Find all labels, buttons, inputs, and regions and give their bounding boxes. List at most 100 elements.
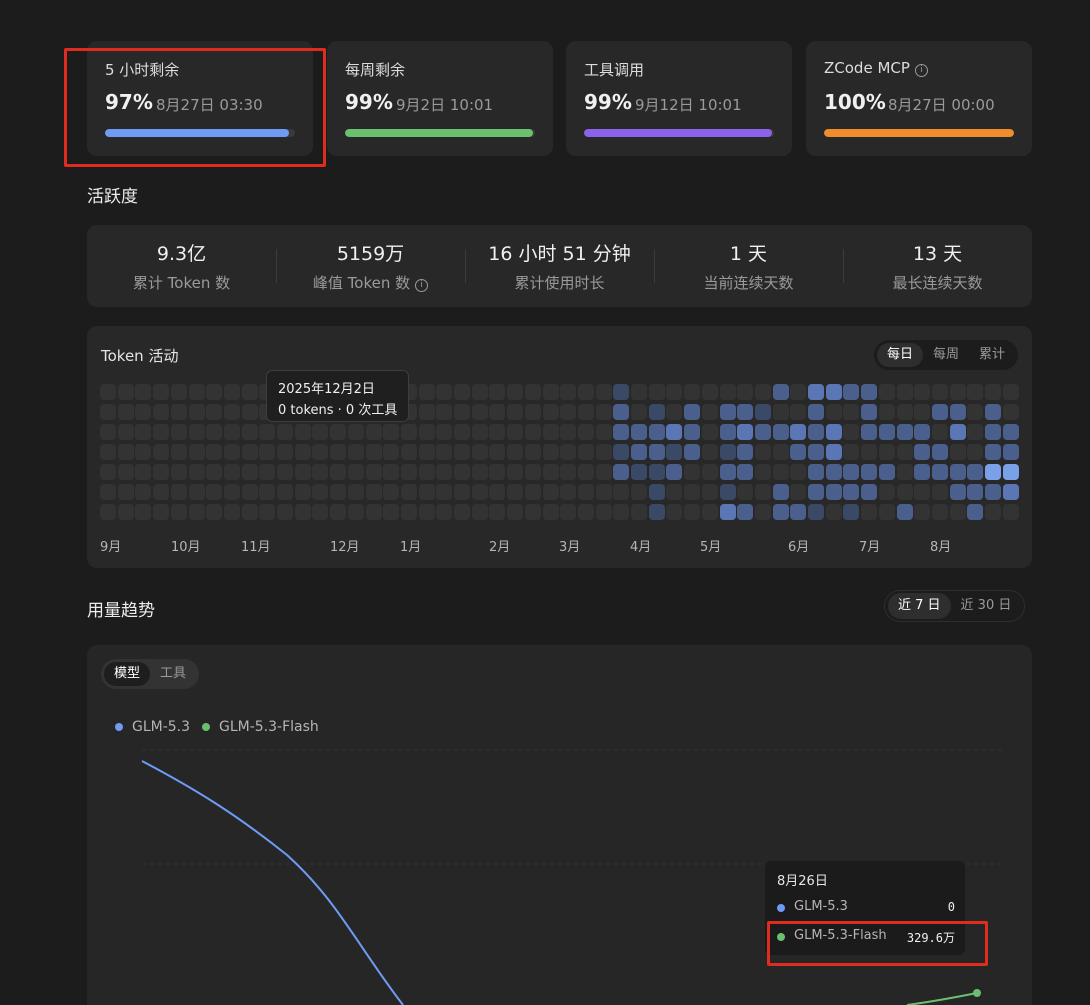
- heatmap-cell[interactable]: [383, 424, 400, 440]
- heatmap-cell[interactable]: [117, 424, 134, 440]
- heatmap-cell[interactable]: [312, 444, 329, 460]
- heatmap-cell[interactable]: [365, 444, 382, 460]
- data-point[interactable]: [973, 989, 981, 997]
- heatmap-cell[interactable]: [560, 384, 577, 400]
- heatmap-cell[interactable]: [312, 424, 329, 440]
- heatmap-cell[interactable]: [931, 484, 948, 500]
- heatmap-cell[interactable]: [737, 384, 754, 400]
- heatmap-cell[interactable]: [507, 444, 524, 460]
- heatmap-cell[interactable]: [170, 404, 187, 420]
- heatmap-cell[interactable]: [206, 384, 223, 400]
- heatmap-cell[interactable]: [188, 384, 205, 400]
- heatmap-cell[interactable]: [949, 384, 966, 400]
- heatmap-cell[interactable]: [931, 464, 948, 480]
- heatmap-cell[interactable]: [507, 464, 524, 480]
- heatmap-cell[interactable]: [454, 484, 470, 500]
- heatmap-cell[interactable]: [595, 404, 612, 420]
- heatmap-cell[interactable]: [631, 384, 647, 400]
- heatmap-cell[interactable]: [100, 464, 116, 480]
- heatmap-cell[interactable]: [277, 484, 293, 500]
- heatmap-cell[interactable]: [648, 404, 665, 420]
- heatmap-cell[interactable]: [153, 504, 170, 520]
- heatmap-cell[interactable]: [418, 504, 435, 520]
- heatmap-cell[interactable]: [701, 444, 718, 460]
- heatmap-cell[interactable]: [648, 464, 665, 480]
- heatmap-cell[interactable]: [542, 504, 559, 520]
- heatmap-cell[interactable]: [312, 504, 329, 520]
- heatmap-cell[interactable]: [560, 464, 577, 480]
- heatmap-cell[interactable]: [595, 464, 612, 480]
- heatmap-cell[interactable]: [985, 384, 1001, 400]
- heatmap-cell[interactable]: [967, 504, 984, 520]
- heatmap-cell[interactable]: [719, 464, 736, 480]
- heatmap-cell[interactable]: [418, 404, 435, 420]
- heatmap-cell[interactable]: [153, 444, 170, 460]
- heatmap-cell[interactable]: [135, 484, 152, 500]
- heatmap-cell[interactable]: [188, 444, 205, 460]
- heatmap-cell[interactable]: [560, 484, 577, 500]
- heatmap-cell[interactable]: [153, 424, 170, 440]
- heatmap-cell[interactable]: [135, 404, 152, 420]
- heatmap-cell[interactable]: [312, 464, 329, 480]
- heatmap-cell[interactable]: [914, 424, 931, 440]
- heatmap-cell[interactable]: [967, 384, 984, 400]
- heatmap-cell[interactable]: [843, 464, 860, 480]
- heatmap-cell[interactable]: [206, 424, 223, 440]
- heatmap-cell[interactable]: [985, 424, 1001, 440]
- heatmap-cell[interactable]: [117, 504, 134, 520]
- heatmap-cell[interactable]: [772, 404, 789, 420]
- heatmap-cell[interactable]: [206, 484, 223, 500]
- heatmap-cell[interactable]: [560, 444, 577, 460]
- heatmap-cell[interactable]: [471, 464, 488, 480]
- heatmap-cell[interactable]: [790, 444, 807, 460]
- heatmap-cell[interactable]: [808, 464, 824, 480]
- heatmap-cell[interactable]: [772, 424, 789, 440]
- heatmap-cell[interactable]: [277, 424, 293, 440]
- heatmap-cell[interactable]: [383, 484, 400, 500]
- heatmap-cell[interactable]: [560, 504, 577, 520]
- heatmap-cell[interactable]: [153, 484, 170, 500]
- heatmap-cell[interactable]: [153, 404, 170, 420]
- heatmap-cell[interactable]: [949, 424, 966, 440]
- heatmap-cell[interactable]: [400, 464, 417, 480]
- heatmap-cell[interactable]: [100, 404, 116, 420]
- heatmap-cell[interactable]: [170, 424, 187, 440]
- heatmap-cell[interactable]: [631, 444, 647, 460]
- heatmap-cell[interactable]: [967, 424, 984, 440]
- heatmap-cell[interactable]: [666, 444, 683, 460]
- heatmap-cell[interactable]: [436, 404, 453, 420]
- heatmap-cell[interactable]: [259, 444, 276, 460]
- heatmap-cell[interactable]: [241, 424, 258, 440]
- heatmap-cell[interactable]: [808, 504, 824, 520]
- heatmap-cell[interactable]: [347, 504, 364, 520]
- heatmap-cell[interactable]: [542, 404, 559, 420]
- heatmap-cell[interactable]: [259, 504, 276, 520]
- heatmap-cell[interactable]: [985, 404, 1001, 420]
- heatmap-cell[interactable]: [878, 504, 895, 520]
- heatmap-cell[interactable]: [790, 484, 807, 500]
- heatmap-cell[interactable]: [843, 404, 860, 420]
- heatmap-cell[interactable]: [613, 444, 630, 460]
- heatmap-cell[interactable]: [666, 424, 683, 440]
- heatmap-cell[interactable]: [400, 504, 417, 520]
- heatmap-cell[interactable]: [843, 424, 860, 440]
- heatmap-cell[interactable]: [223, 384, 240, 400]
- heatmap-cell[interactable]: [595, 424, 612, 440]
- heatmap-cell[interactable]: [471, 484, 488, 500]
- heatmap-cell[interactable]: [577, 464, 594, 480]
- heatmap-cell[interactable]: [631, 424, 647, 440]
- heatmap-cell[interactable]: [843, 504, 860, 520]
- heatmap-cell[interactable]: [365, 484, 382, 500]
- heatmap-cell[interactable]: [383, 504, 400, 520]
- heatmap-cell[interactable]: [595, 484, 612, 500]
- heatmap-cell[interactable]: [170, 464, 187, 480]
- heatmap-cell[interactable]: [153, 464, 170, 480]
- heatmap-cell[interactable]: [648, 444, 665, 460]
- heatmap-cell[interactable]: [507, 384, 524, 400]
- heatmap-cell[interactable]: [471, 424, 488, 440]
- heatmap-cell[interactable]: [861, 484, 878, 500]
- heatmap-cell[interactable]: [825, 464, 842, 480]
- heatmap-cell[interactable]: [241, 404, 258, 420]
- heatmap-cell[interactable]: [223, 484, 240, 500]
- heatmap-cell[interactable]: [808, 424, 824, 440]
